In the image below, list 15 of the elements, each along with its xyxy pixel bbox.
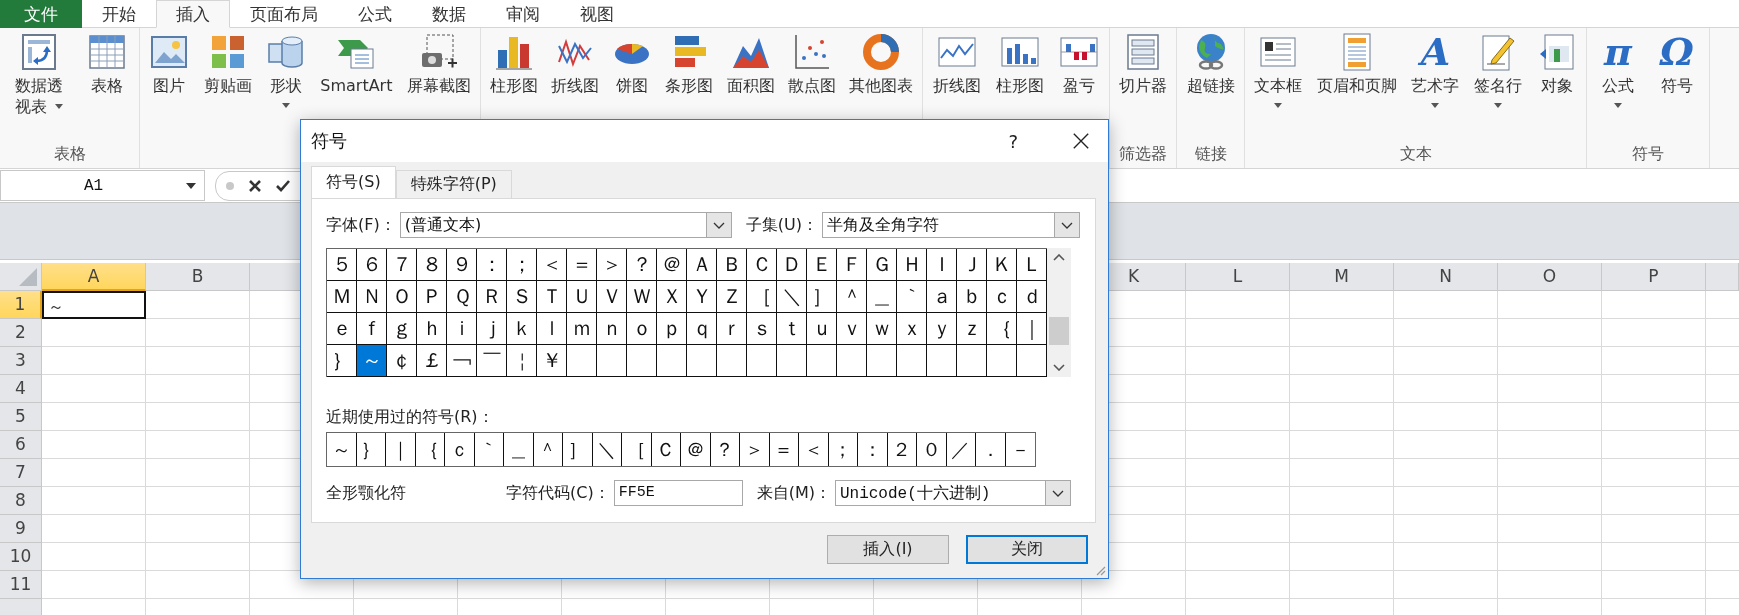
section-label: 近期使用过的符号(R)： bbox=[326, 407, 495, 428]
field-label: 字符代码(C)： bbox=[506, 482, 610, 504]
group-label: 筛选器 bbox=[1119, 144, 1167, 163]
dialog-title: 符号 bbox=[311, 129, 347, 153]
group-label: 表格 bbox=[53, 144, 86, 163]
character-name: 全形颚化符 bbox=[326, 482, 407, 504]
omega-icon: Ω bbox=[1660, 32, 1694, 72]
field-label: 字体(F)： bbox=[326, 214, 396, 236]
pi-icon: π bbox=[1604, 32, 1632, 72]
wordart-icon: A bbox=[1420, 32, 1451, 72]
field-label: 子集(U)： bbox=[745, 214, 818, 236]
group-label: 链接 bbox=[1194, 144, 1227, 163]
group-label: 符号 bbox=[1632, 144, 1664, 163]
field-label: 来自(M)： bbox=[756, 482, 831, 504]
group-label: 文本 bbox=[1399, 144, 1432, 163]
